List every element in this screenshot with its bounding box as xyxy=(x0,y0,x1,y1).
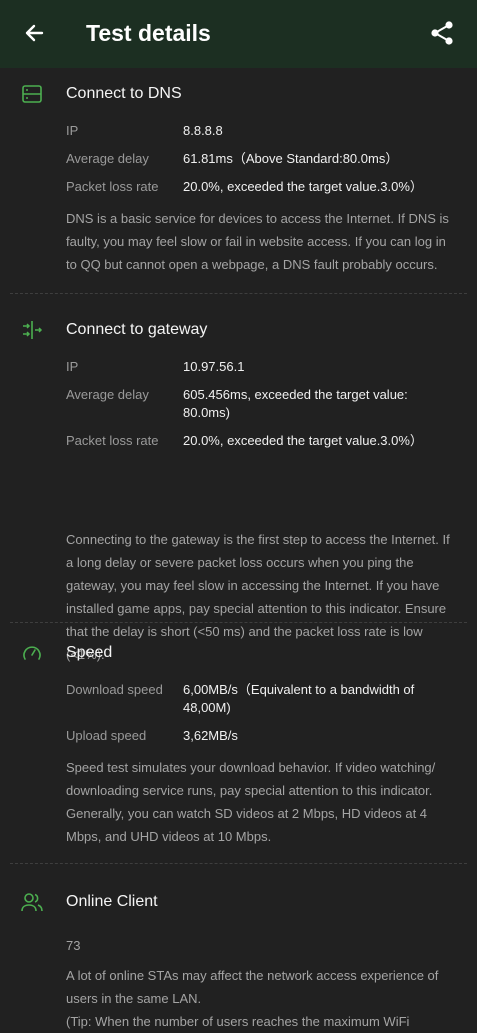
divider xyxy=(10,622,467,623)
dns-delay-label: Average delay xyxy=(66,151,149,166)
gateway-loss-label: Packet loss rate xyxy=(66,433,159,448)
gateway-ip-value: 10.97.56.1 xyxy=(183,359,245,374)
dns-ip-label: IP xyxy=(66,123,79,138)
speedometer-icon xyxy=(20,641,44,665)
speed-description: Speed test simulates your download behav… xyxy=(66,760,436,844)
share-icon xyxy=(429,20,455,51)
server-icon xyxy=(20,82,44,106)
download-speed-label: Download speed xyxy=(66,682,163,697)
dns-description: DNS is a basic service for devices to ac… xyxy=(66,211,449,272)
gateway-delay-value: 605.456ms, exceeded the target value: 80… xyxy=(183,387,408,420)
download-speed-value: 6,00MB/s（Equivalent to a bandwidth of 48… xyxy=(183,682,415,715)
dns-delay-value: 61.81ms（Above Standard:80.0ms） xyxy=(183,151,399,166)
upload-speed-value: 3,62MB/s xyxy=(183,728,238,743)
online-client-tip: (Tip: When the number of users reaches t… xyxy=(66,1014,410,1029)
gateway-section-title: Connect to gateway xyxy=(66,321,208,338)
app-bar: Test details xyxy=(0,0,477,68)
divider xyxy=(10,293,467,294)
upload-speed-label: Upload speed xyxy=(66,728,147,743)
online-client-count: 73 xyxy=(66,938,81,953)
gateway-ip-label: IP xyxy=(66,359,79,374)
dns-section-title: Connect to DNS xyxy=(66,85,182,102)
arrow-left-icon xyxy=(22,21,46,50)
dns-loss-value: 20.0%, exceeded the target value.3.0%） xyxy=(183,179,423,194)
divider xyxy=(10,863,467,864)
gateway-description: Connecting to the gateway is the first s… xyxy=(66,532,450,662)
online-client-title: Online Client xyxy=(66,893,158,910)
gateway-delay-label: Average delay xyxy=(66,387,149,402)
dns-loss-label: Packet loss rate xyxy=(66,179,159,194)
back-button[interactable] xyxy=(18,20,50,50)
dns-ip-value: 8.8.8.8 xyxy=(183,123,223,138)
gateway-icon xyxy=(20,318,44,342)
users-icon xyxy=(20,890,44,914)
page-title: Test details xyxy=(86,20,211,46)
online-client-description: A lot of online STAs may affect the netw… xyxy=(66,968,439,1006)
share-button[interactable] xyxy=(425,18,459,52)
gateway-loss-value: 20.0%, exceeded the target value.3.0%） xyxy=(183,433,423,448)
speed-section-title: Speed xyxy=(66,644,113,661)
